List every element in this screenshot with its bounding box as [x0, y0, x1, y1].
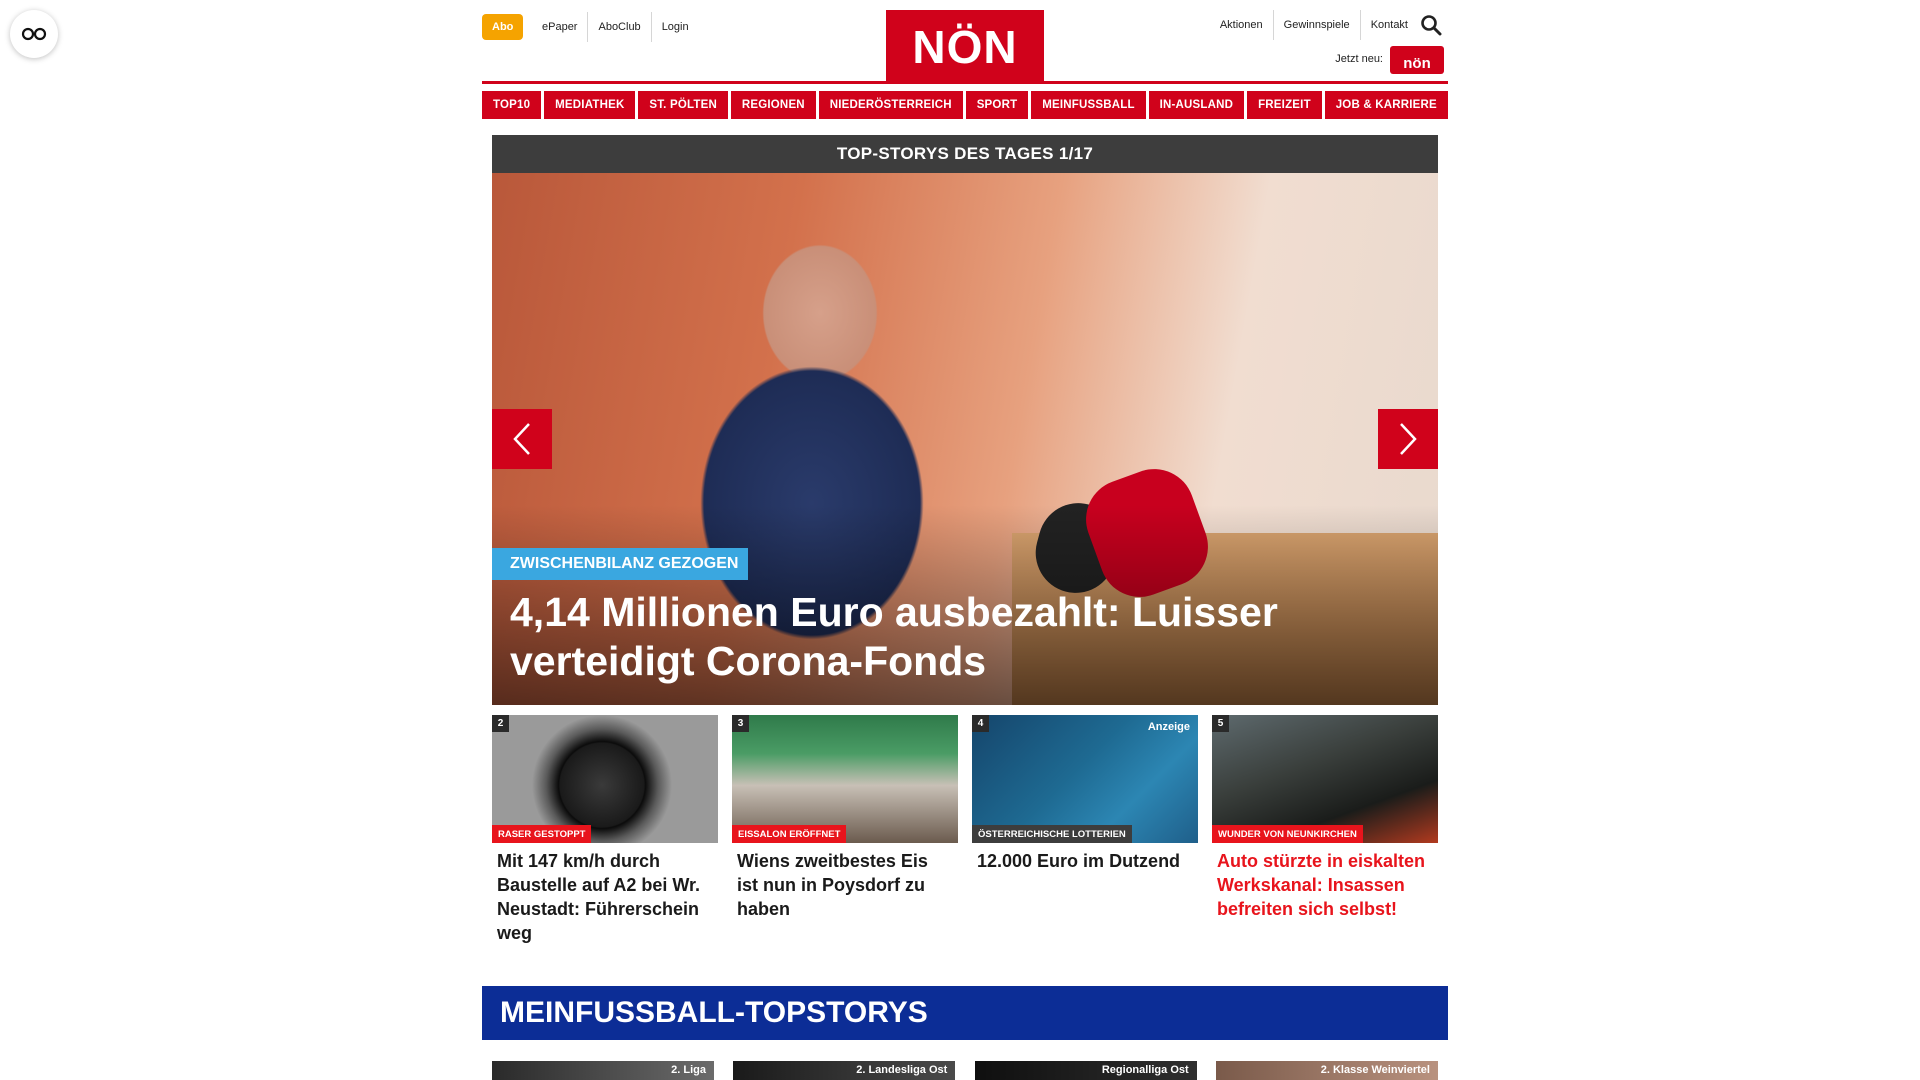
meinfussball-card[interactable]: Regionalliga Ost [974, 1061, 1197, 1080]
nav-item-regionen[interactable]: REGIONEN [730, 91, 816, 119]
epaper-link[interactable]: ePaper [532, 12, 587, 42]
site-header: Abo ePaper AboClub Login NÖN Aktionen Ge… [482, 0, 1448, 84]
hero-kicker: ZWISCHENBILANZ GEZOGEN [492, 548, 749, 580]
teaser-card[interactable]: 5 WUNDER VON NEUNKIRCHEN Auto stürzte in… [1212, 715, 1438, 945]
meinfussball-card[interactable]: 2. Liga [492, 1061, 714, 1080]
kinder-non-badge[interactable]: nön [1390, 46, 1444, 74]
slider-next-button[interactable] [1378, 409, 1438, 469]
meinfussball-card[interactable]: 2. Landesliga Ost [733, 1061, 956, 1080]
top-links-left: ePaper AboClub Login [532, 12, 699, 42]
search-icon[interactable] [1420, 14, 1442, 36]
teaser-title[interactable]: 12.000 Euro im Dutzend [972, 843, 1198, 873]
meinfussball-header[interactable]: MEINFUSSBALL-TOPSTORYS [482, 986, 1448, 1040]
nav-item-in-ausland[interactable]: IN-AUSLAND [1148, 91, 1245, 119]
meinfussball-card-league: Regionalliga Ost [1101, 1064, 1189, 1076]
teaser-title[interactable]: Wiens zweitbestes Eis ist nun in Poysdor… [732, 843, 958, 921]
gewinnspiele-link[interactable]: Gewinnspiele [1272, 10, 1360, 40]
teaser-card[interactable]: 2 RASER GESTOPPT Mit 147 km/h durch Baus… [492, 715, 718, 945]
teaser-title[interactable]: Mit 147 km/h durch Baustelle auf A2 bei … [492, 843, 718, 945]
nav-item-top10[interactable]: TOP10 [482, 91, 542, 119]
meinfussball-card-league: 2. Landesliga Ost [856, 1064, 948, 1076]
chevron-right-icon [1400, 423, 1417, 455]
nav-item-job-karriere[interactable]: JOB & KARRIERE [1324, 91, 1448, 119]
nav-item-st-poelten[interactable]: ST. PÖLTEN [638, 91, 728, 119]
nav-item-meinfussball[interactable]: MEINFUSSBALL [1031, 91, 1146, 119]
meinfussball-card-league: 2. Klasse Weinviertel [1320, 1064, 1430, 1076]
teaser-card[interactable]: 3 EISSALON ERÖFFNET Wiens zweitbestes Ei… [732, 715, 958, 945]
teaser-image-group[interactable]: 3 EISSALON ERÖFFNET [732, 715, 958, 843]
nav-item-freizeit[interactable]: FREIZEIT [1247, 91, 1322, 119]
abo-button[interactable]: Abo [482, 14, 524, 40]
top-links-right: Aktionen Gewinnspiele Kontakt [1210, 10, 1418, 40]
teaser-title[interactable]: Auto stürzte in eiskalten Werkskanal: In… [1212, 843, 1438, 921]
kontakt-link[interactable]: Kontakt [1359, 10, 1418, 40]
teaser-number: 3 [732, 715, 749, 732]
aktionen-link[interactable]: Aktionen [1210, 10, 1273, 40]
teaser-kicker: EISSALON ERÖFFNET [732, 825, 847, 843]
teaser-number: 4 [972, 715, 989, 732]
nav-item-mediathek[interactable]: MEDIATHEK [544, 91, 636, 119]
site-logo[interactable]: NÖN [886, 10, 1044, 84]
teaser-image-lotterie[interactable]: 4 Anzeige ÖSTERREICHISCHE LOTTERIEN [972, 715, 1198, 843]
teaser-image-accident[interactable]: 5 WUNDER VON NEUNKIRCHEN [1212, 715, 1438, 843]
page-container: Abo ePaper AboClub Login NÖN Aktionen Ge… [482, 0, 1448, 1080]
jetzt-neu-label: Jetzt neu: [1335, 53, 1383, 65]
teaser-kicker: ÖSTERREICHISCHE LOTTERIEN [972, 825, 1132, 843]
teaser-kicker: WUNDER VON NEUNKIRCHEN [1212, 825, 1363, 843]
main-navigation: TOP10 MEDIATHEK ST. PÖLTEN REGIONEN NIED… [482, 91, 1448, 119]
aboclub-link[interactable]: AboClub [587, 12, 650, 42]
nav-item-niederoesterreich[interactable]: NIEDERÖSTERREICH [818, 91, 963, 119]
meinfussball-card[interactable]: 2. Klasse Weinviertel [1215, 1061, 1438, 1080]
teaser-row: 2 RASER GESTOPPT Mit 147 km/h durch Baus… [492, 715, 1438, 945]
hero-title[interactable]: 4,14 Millionen Euro ausbezahlt: Luisser … [510, 588, 1410, 686]
glasses-icon [21, 27, 47, 41]
ad-label: Anzeige [1147, 721, 1190, 733]
meinfussball-row: 2. Liga 2. Landesliga Ost Regionalliga O… [492, 1061, 1438, 1080]
hero-story[interactable]: ZWISCHENBILANZ GEZOGEN 4,14 Millionen Eu… [492, 173, 1438, 705]
chevron-left-icon [513, 423, 530, 455]
reader-mode-button[interactable] [10, 10, 58, 58]
teaser-card[interactable]: 4 Anzeige ÖSTERREICHISCHE LOTTERIEN 12.0… [972, 715, 1198, 945]
top-stories-header: TOP-STORYS DES TAGES 1/17 [492, 135, 1438, 173]
slider-prev-button[interactable] [492, 409, 552, 469]
login-link[interactable]: Login [650, 12, 699, 42]
teaser-number: 5 [1212, 715, 1229, 732]
nav-item-sport[interactable]: SPORT [965, 91, 1029, 119]
teaser-image-speedometer[interactable]: 2 RASER GESTOPPT [492, 715, 718, 843]
teaser-kicker: RASER GESTOPPT [492, 825, 592, 843]
teaser-number: 2 [492, 715, 509, 732]
meinfussball-card-league: 2. Liga [671, 1064, 706, 1076]
